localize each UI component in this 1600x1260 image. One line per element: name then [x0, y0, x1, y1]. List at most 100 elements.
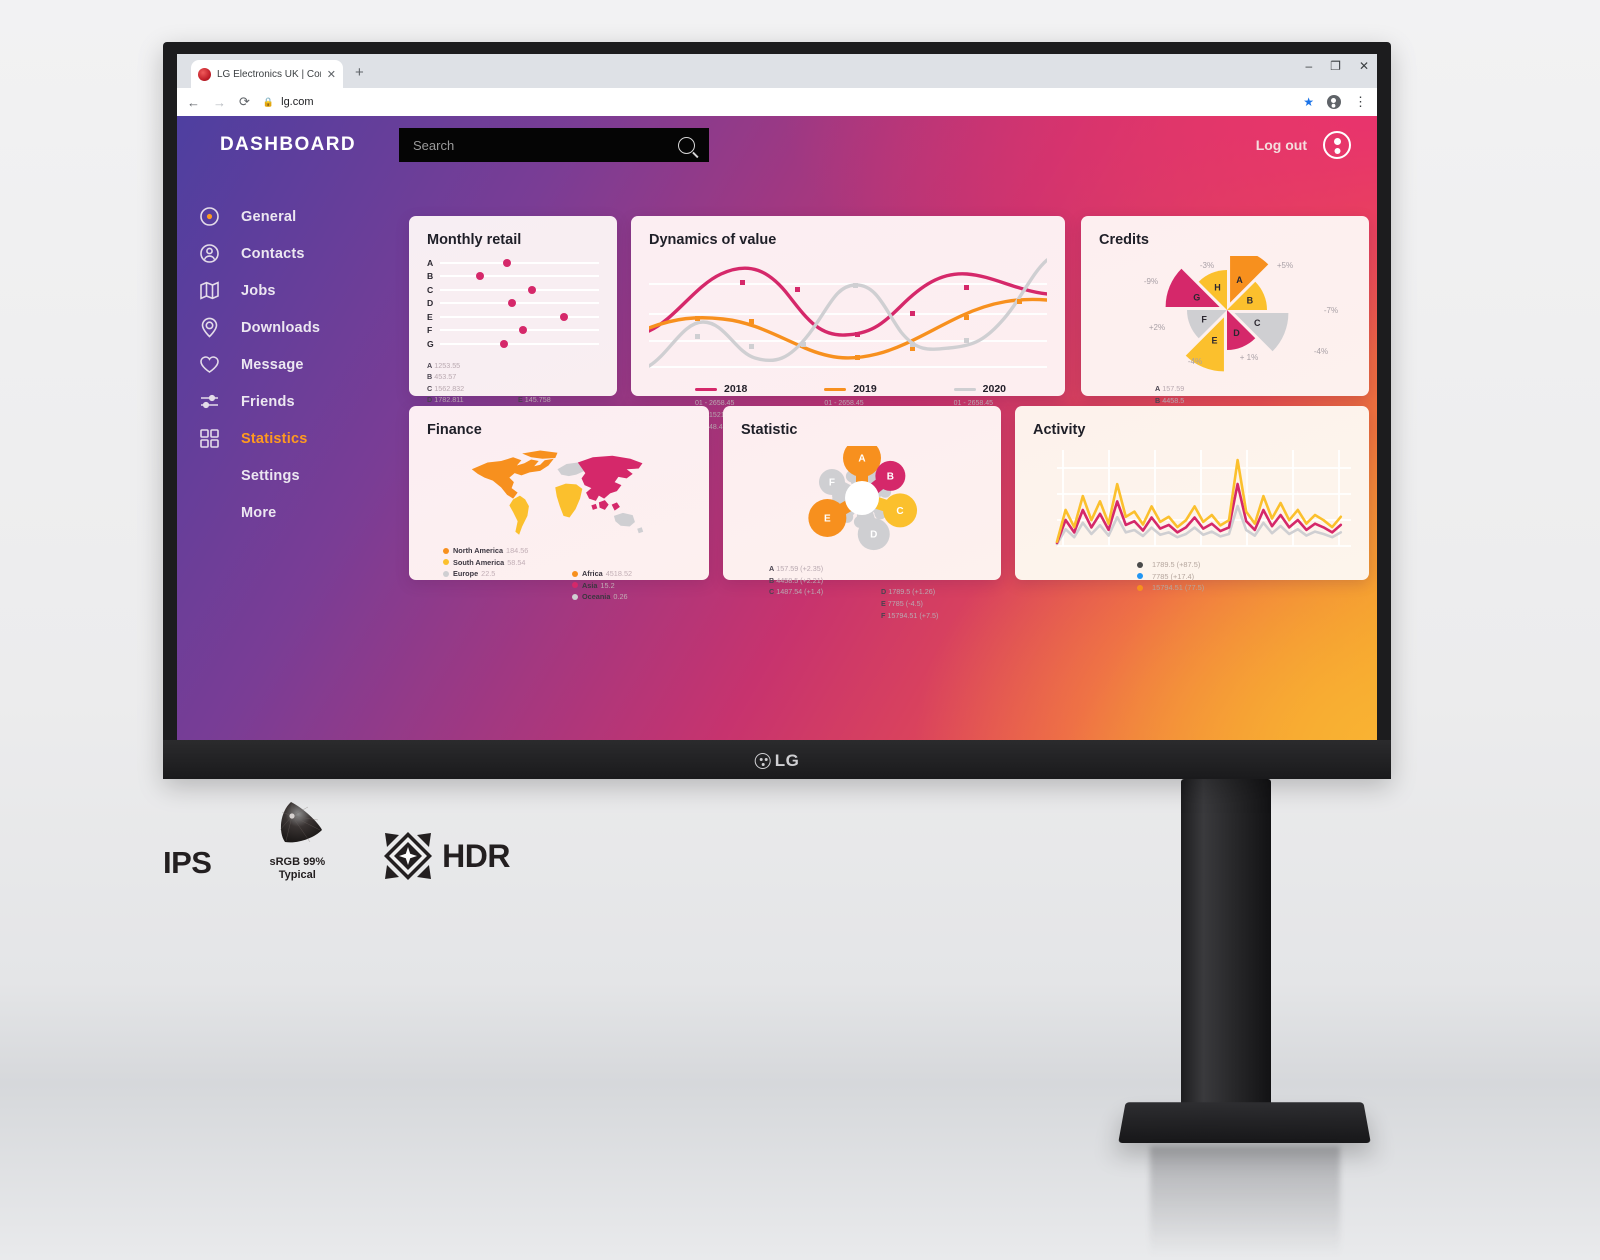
dynamics-plot: [647, 258, 1049, 368]
region-value: 15.2: [600, 580, 615, 590]
monitor-stand-arm: [1181, 779, 1271, 1119]
legend-key: B: [769, 575, 775, 585]
sidebar-item-message[interactable]: Message: [177, 346, 399, 383]
back-icon[interactable]: ←: [187, 95, 200, 110]
maximize-icon[interactable]: ❐: [1330, 60, 1341, 72]
sidebar-item-statistics[interactable]: Statistics: [177, 420, 399, 457]
legend-key: A: [769, 564, 775, 573]
activity-plot: [1055, 450, 1351, 547]
monthly-retail-row: C: [427, 283, 599, 297]
row-label: F: [427, 325, 433, 336]
bookmark-star-icon[interactable]: ★: [1303, 95, 1314, 109]
series-name: 2019: [853, 383, 877, 395]
minimize-icon[interactable]: –: [1305, 60, 1312, 72]
monitor-frame: LG Electronics UK | Consumer & ✕ + – ❐ ✕…: [163, 42, 1391, 779]
row-marker[interactable]: [560, 312, 569, 321]
sidebar-item-label: Settings: [241, 467, 300, 484]
legend-color-dot: [443, 570, 449, 577]
reload-icon[interactable]: ⟳: [239, 94, 250, 110]
legend-key: D: [881, 587, 887, 597]
row-label: C: [427, 284, 434, 295]
logout-button[interactable]: Log out: [1256, 137, 1307, 153]
region-value: 0.26: [613, 592, 628, 601]
legend-value: 157.59 (+2.35): [776, 564, 824, 573]
sidebar-item-settings[interactable]: Settings: [177, 457, 399, 494]
row-marker[interactable]: [528, 285, 537, 294]
sidebar-item-more[interactable]: More: [177, 494, 399, 531]
pie-slice-pct: -4%: [1188, 357, 1202, 366]
forward-icon[interactable]: →: [213, 95, 226, 110]
monthly-retail-row: B: [427, 270, 599, 284]
region-name: North America: [453, 546, 504, 555]
feature-badges: IPS sRGB 99% Typical HDR: [163, 800, 510, 881]
pie-slice-pct: + 1%: [1240, 353, 1258, 362]
legend-color-dot: [443, 547, 449, 554]
legend-value: 1253.55: [434, 360, 461, 370]
sidebar-item-downloads[interactable]: Downloads: [177, 309, 399, 346]
legend-color-dot: [572, 570, 578, 577]
row-track: [440, 285, 599, 294]
row-marker[interactable]: [475, 272, 484, 281]
monthly-retail-row: E: [427, 310, 599, 324]
legend-value: 1782.811: [434, 395, 464, 405]
grid-icon: [177, 428, 241, 449]
legend-entry: North America 184.56: [443, 546, 562, 555]
browser-tab[interactable]: LG Electronics UK | Consumer & ✕: [191, 60, 343, 88]
srgb-label: sRGB 99% Typical: [269, 856, 325, 881]
window-close-icon[interactable]: ✕: [1359, 60, 1369, 72]
pie-slice-label: A: [1236, 275, 1243, 285]
legend-entry: Africa 4518.52: [572, 569, 691, 578]
series-color-swatch: [824, 387, 847, 391]
address-bar[interactable]: 🔒 lg.com: [263, 96, 1290, 108]
row-marker[interactable]: [502, 258, 511, 267]
region-value: 184.56: [506, 546, 529, 555]
sidebar-item-contacts[interactable]: Contacts: [177, 235, 399, 272]
series-header: 2020: [953, 383, 1047, 395]
search-icon[interactable]: [678, 136, 695, 154]
srgb-cone-icon: [280, 802, 323, 843]
kebab-menu-icon[interactable]: ⋮: [1354, 94, 1367, 110]
lg-circle-icon: [754, 753, 771, 769]
legend-entry: South America 58.54: [443, 558, 562, 567]
avatar[interactable]: [1323, 131, 1351, 159]
pin-icon: [177, 317, 241, 338]
row-label: A: [427, 257, 434, 268]
card-monthly-retail: Monthly retail ABCDEFG A 1253.55 B 453.57…: [409, 216, 617, 428]
pie-slice-label: F: [1201, 315, 1207, 325]
sidebar-item-friends[interactable]: Friends: [177, 383, 399, 420]
card-title: Statistic: [741, 422, 798, 438]
legend-value: 157.59: [1162, 384, 1185, 393]
ips-badge: IPS: [163, 845, 212, 881]
row-label: D: [427, 298, 434, 309]
legend-entry: Asia 15.2: [572, 581, 691, 590]
legend-entry: 7785 (+17.4): [1137, 572, 1351, 581]
profile-avatar-icon[interactable]: [1327, 95, 1341, 109]
row-marker[interactable]: [499, 339, 508, 348]
search-input[interactable]: [413, 137, 643, 153]
sidebar-item-jobs[interactable]: Jobs: [177, 272, 399, 309]
legend-value: 1487.54 (+1.4): [776, 587, 824, 597]
row-marker[interactable]: [507, 299, 516, 308]
browser-omnibar: ← → ⟳ 🔒 lg.com ★ ⋮: [177, 88, 1377, 116]
srgb-line2: Typical: [278, 868, 316, 881]
legend-entry: B 4458.5 (+2.21): [769, 575, 871, 587]
hdr-badge: HDR: [383, 831, 510, 881]
close-icon[interactable]: ✕: [327, 68, 336, 81]
legend-entry: A 157.59: [1155, 383, 1248, 395]
card-title: Credits: [1099, 232, 1149, 248]
sidebar-item-general[interactable]: General: [177, 198, 399, 235]
legend-entry: B 453.57: [427, 371, 508, 383]
bubble-label: C: [896, 506, 903, 517]
finance-legend: North America 184.56 South America 58.54 Eur…: [427, 546, 691, 604]
lg-favicon-icon: [198, 67, 211, 81]
srgb-badge: sRGB 99% Typical: [269, 800, 325, 881]
legend-entry: E 145.758: [518, 394, 599, 406]
bubble-label: D: [870, 530, 877, 541]
search-bar[interactable]: [399, 128, 709, 162]
monitor-stand-base: [1118, 1102, 1371, 1143]
pie-slice-label: D: [1233, 328, 1240, 338]
region-value: 58.54: [507, 557, 526, 567]
new-tab-icon[interactable]: +: [355, 64, 364, 81]
row-marker[interactable]: [518, 326, 527, 335]
sidebar-item-label: More: [241, 504, 277, 521]
